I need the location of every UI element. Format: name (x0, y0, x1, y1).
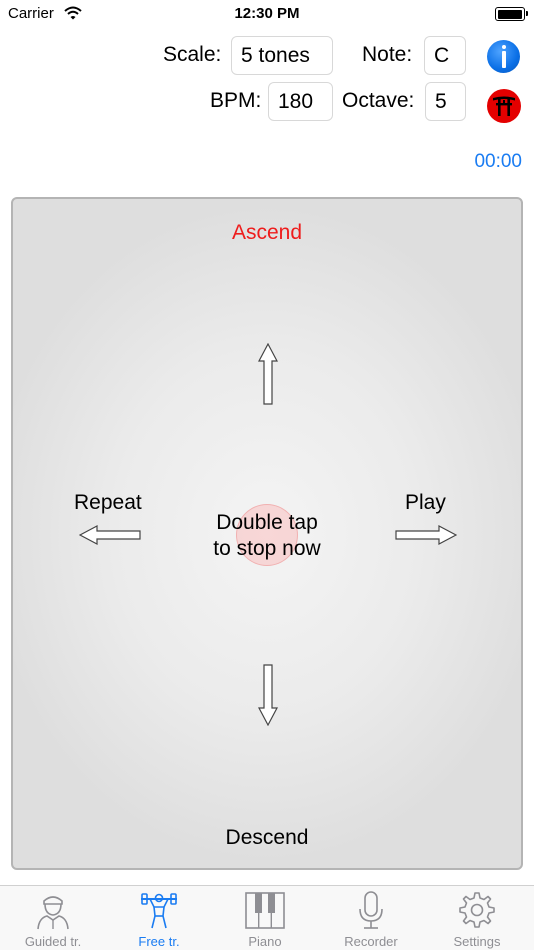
clock: 12:30 PM (234, 5, 300, 22)
scale-field[interactable]: 5 tones (231, 36, 333, 75)
scale-label: Scale: (163, 43, 222, 66)
bpm-label: BPM: (210, 89, 262, 112)
tab-settings-label: Settings (453, 934, 501, 949)
swipe-pad[interactable]: Ascend Repeat Double tap to stop now Pla… (11, 197, 523, 870)
play-label: Play (405, 491, 446, 514)
torii-button[interactable] (487, 89, 521, 123)
tab-free-label: Free tr. (138, 934, 180, 949)
battery-icon (495, 7, 528, 21)
tab-settings[interactable]: Settings (424, 886, 530, 950)
octave-field[interactable]: 5 (425, 82, 466, 121)
tab-bar: Guided tr. Free tr. Piano Recorder Setti… (0, 885, 534, 950)
status-bar: Carrier 12:30 PM (0, 0, 534, 28)
tab-recorder-label: Recorder (344, 934, 398, 949)
repeat-label: Repeat (74, 491, 142, 514)
info-icon (502, 45, 506, 49)
double-tap-line1: Double tap (216, 511, 318, 534)
tab-piano[interactable]: Piano (212, 886, 318, 950)
tab-guided-label: Guided tr. (24, 934, 82, 949)
trainer-icon (37, 896, 69, 930)
bpm-field[interactable]: 180 (268, 82, 333, 121)
tab-recorder[interactable]: Recorder (318, 886, 424, 950)
microphone-icon (359, 891, 383, 929)
descend-label: Descend (225, 826, 309, 849)
torii-gate-icon (493, 96, 515, 116)
note-field[interactable]: C (424, 36, 466, 75)
timer-label: 00:00 (474, 151, 522, 172)
tab-piano-label: Piano (248, 934, 282, 949)
arrow-left-icon (79, 525, 141, 545)
piano-keys-icon (245, 892, 285, 929)
gear-icon (459, 892, 495, 928)
arrow-up-icon (258, 343, 278, 405)
arrow-right-icon (395, 525, 457, 545)
info-button[interactable] (487, 40, 520, 73)
double-tap-hint: Double tap to stop now (177, 510, 357, 562)
tab-guided[interactable]: Guided tr. (0, 886, 106, 950)
arrow-down-icon (258, 664, 278, 726)
ascend-label: Ascend (231, 221, 303, 244)
weightlifter-icon (141, 893, 177, 929)
note-label: Note: (362, 43, 413, 66)
double-tap-line2: to stop now (213, 537, 321, 560)
octave-label: Octave: (342, 89, 415, 112)
tab-free[interactable]: Free tr. (106, 886, 212, 950)
